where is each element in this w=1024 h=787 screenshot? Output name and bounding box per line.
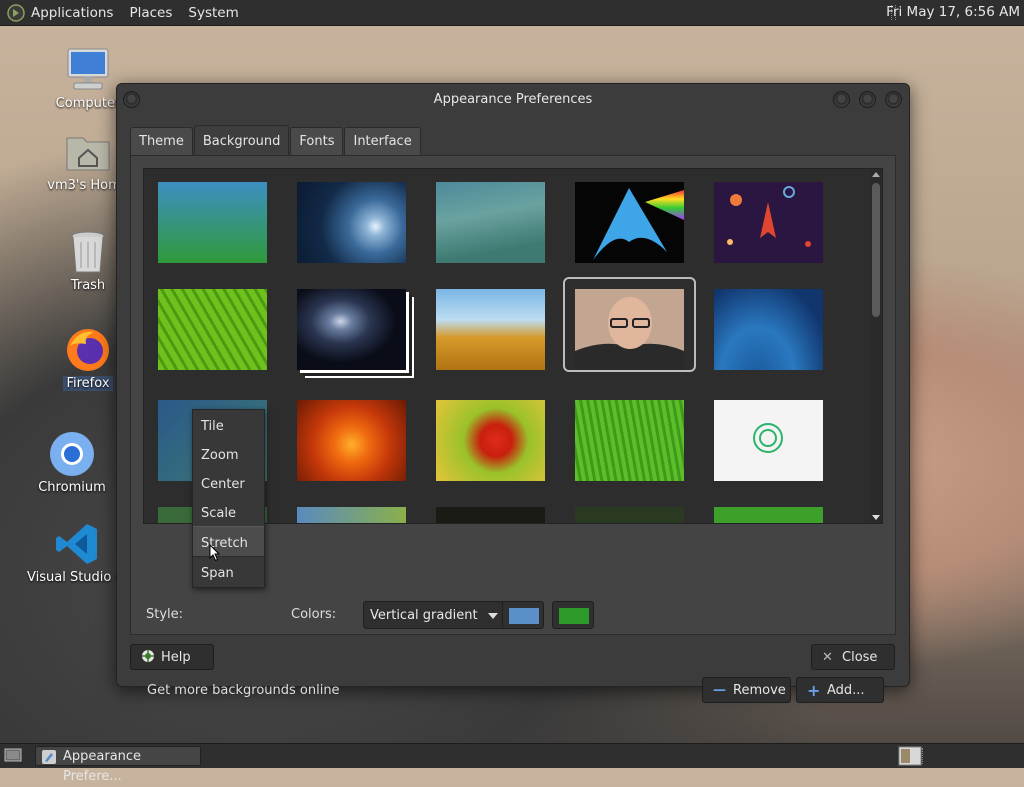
desktop-icon-label: Trash — [70, 278, 106, 293]
wallpaper-thumb[interactable] — [436, 289, 545, 370]
wallpaper-thumb[interactable] — [297, 182, 406, 263]
style-option-center[interactable]: Center — [193, 468, 264, 497]
scrollbar-thumb[interactable] — [872, 183, 880, 317]
window-menu-button[interactable] — [123, 91, 140, 108]
desktop-icon-label: Firefox — [63, 376, 113, 391]
home-folder-icon — [64, 128, 112, 176]
computer-icon — [64, 46, 112, 94]
close-button-label: Close — [842, 650, 878, 665]
primary-color-swatch — [509, 608, 539, 624]
wallpaper-thumb[interactable] — [297, 289, 406, 370]
taskbar-item-appearance[interactable]: Appearance Prefere... — [35, 746, 201, 784]
mate-logo-icon[interactable] — [7, 3, 25, 22]
desktop-icon-chromium[interactable]: Chromium — [22, 430, 122, 495]
style-option-scale[interactable]: Scale — [193, 497, 264, 526]
desktop-icon-label: Chromium — [38, 480, 106, 495]
wallpaper-thumb-selected[interactable] — [563, 277, 696, 372]
scroll-up-icon[interactable] — [872, 172, 880, 177]
style-option-stretch[interactable]: Stretch — [193, 526, 264, 557]
gallery-scrollbar[interactable] — [870, 169, 882, 523]
places-menu[interactable]: Places — [129, 5, 172, 21]
wallpaper-thumb[interactable] — [714, 289, 823, 370]
style-label: Style: — [146, 607, 184, 622]
workspace-switcher-icon[interactable] — [898, 746, 922, 766]
chevron-down-icon — [488, 613, 498, 619]
trash-icon — [64, 228, 112, 276]
applications-menu[interactable]: Applications — [31, 5, 113, 21]
colors-combo-value: Vertical gradient — [370, 608, 478, 623]
wallpaper-thumb[interactable] — [575, 182, 684, 263]
desktop-icon-label: Computer — [55, 96, 121, 111]
chromium-icon — [48, 430, 96, 478]
bottom-taskbar: Appearance Prefere... — [0, 743, 1024, 784]
scroll-down-icon[interactable] — [872, 515, 880, 520]
wallpaper-thumb[interactable] — [714, 400, 823, 481]
window-title: Appearance Preferences — [433, 92, 593, 107]
system-menu[interactable]: System — [188, 5, 238, 21]
wallpaper-thumb[interactable] — [436, 400, 545, 481]
mouse-cursor-icon — [209, 544, 221, 562]
plus-icon: + — [807, 681, 821, 700]
wallpaper-thumb[interactable] — [575, 507, 684, 523]
help-icon — [141, 645, 155, 671]
style-dropdown-menu[interactable]: Tile Zoom Center Scale Stretch Span — [192, 409, 265, 588]
taskbar-item-label: Appearance Prefere... — [63, 749, 142, 784]
secondary-color-swatch — [559, 608, 589, 624]
window-titlebar[interactable]: Appearance Preferences — [117, 84, 909, 116]
appearance-app-icon — [42, 750, 56, 764]
add-button-label: Add... — [827, 683, 865, 698]
help-button-label: Help — [161, 650, 191, 665]
wallpaper-thumb[interactable] — [297, 400, 406, 481]
desktop-icon-label: Visual Studio Code — [27, 570, 127, 585]
tab-theme[interactable]: Theme — [130, 127, 193, 156]
colors-combo[interactable]: Vertical gradient — [363, 601, 506, 629]
wallpaper-thumb[interactable] — [436, 182, 545, 263]
appearance-preferences-window: Appearance Preferences Theme Background … — [116, 83, 910, 703]
style-option-span[interactable]: Span — [193, 557, 264, 586]
tab-interface[interactable]: Interface — [344, 127, 421, 156]
tab-fonts[interactable]: Fonts — [290, 127, 344, 156]
top-panel: Applications Places System Fri May 17, 6… — [0, 0, 1024, 26]
firefox-icon — [64, 326, 112, 374]
clock[interactable]: Fri May 17, 6:56 AM — [886, 4, 1020, 20]
tab-bar: Theme Background Fonts Interface — [130, 125, 422, 156]
wallpaper-thumb[interactable] — [297, 507, 406, 523]
style-option-tile[interactable]: Tile — [193, 410, 264, 439]
wallpaper-thumb[interactable] — [714, 182, 823, 263]
secondary-color-button[interactable] — [552, 601, 594, 629]
wallpaper-thumb[interactable] — [575, 400, 684, 481]
vscode-icon — [53, 520, 101, 568]
colors-label: Colors: — [291, 607, 337, 622]
remove-button[interactable]: — Remove — [702, 677, 791, 703]
minus-icon: — — [713, 683, 726, 698]
close-button[interactable]: ✕ Close — [811, 644, 895, 670]
wallpaper-thumb[interactable] — [436, 507, 545, 523]
show-desktop-icon[interactable] — [4, 748, 22, 764]
wallpaper-thumb[interactable] — [714, 507, 823, 523]
style-option-zoom[interactable]: Zoom — [193, 439, 264, 468]
wallpaper-thumb[interactable] — [158, 182, 267, 263]
wallpaper-thumb[interactable] — [158, 289, 267, 370]
add-button[interactable]: + Add... — [796, 677, 884, 703]
get-more-backgrounds-link[interactable]: Get more backgrounds online — [147, 683, 340, 698]
close-icon: ✕ — [822, 650, 833, 665]
close-window-button[interactable] — [885, 91, 902, 108]
remove-button-label: Remove — [733, 683, 786, 698]
help-button[interactable]: Help — [130, 644, 214, 670]
maximize-button[interactable] — [859, 91, 876, 108]
primary-color-button[interactable] — [502, 601, 544, 629]
minimize-button[interactable] — [833, 91, 850, 108]
tab-background[interactable]: Background — [193, 125, 290, 156]
